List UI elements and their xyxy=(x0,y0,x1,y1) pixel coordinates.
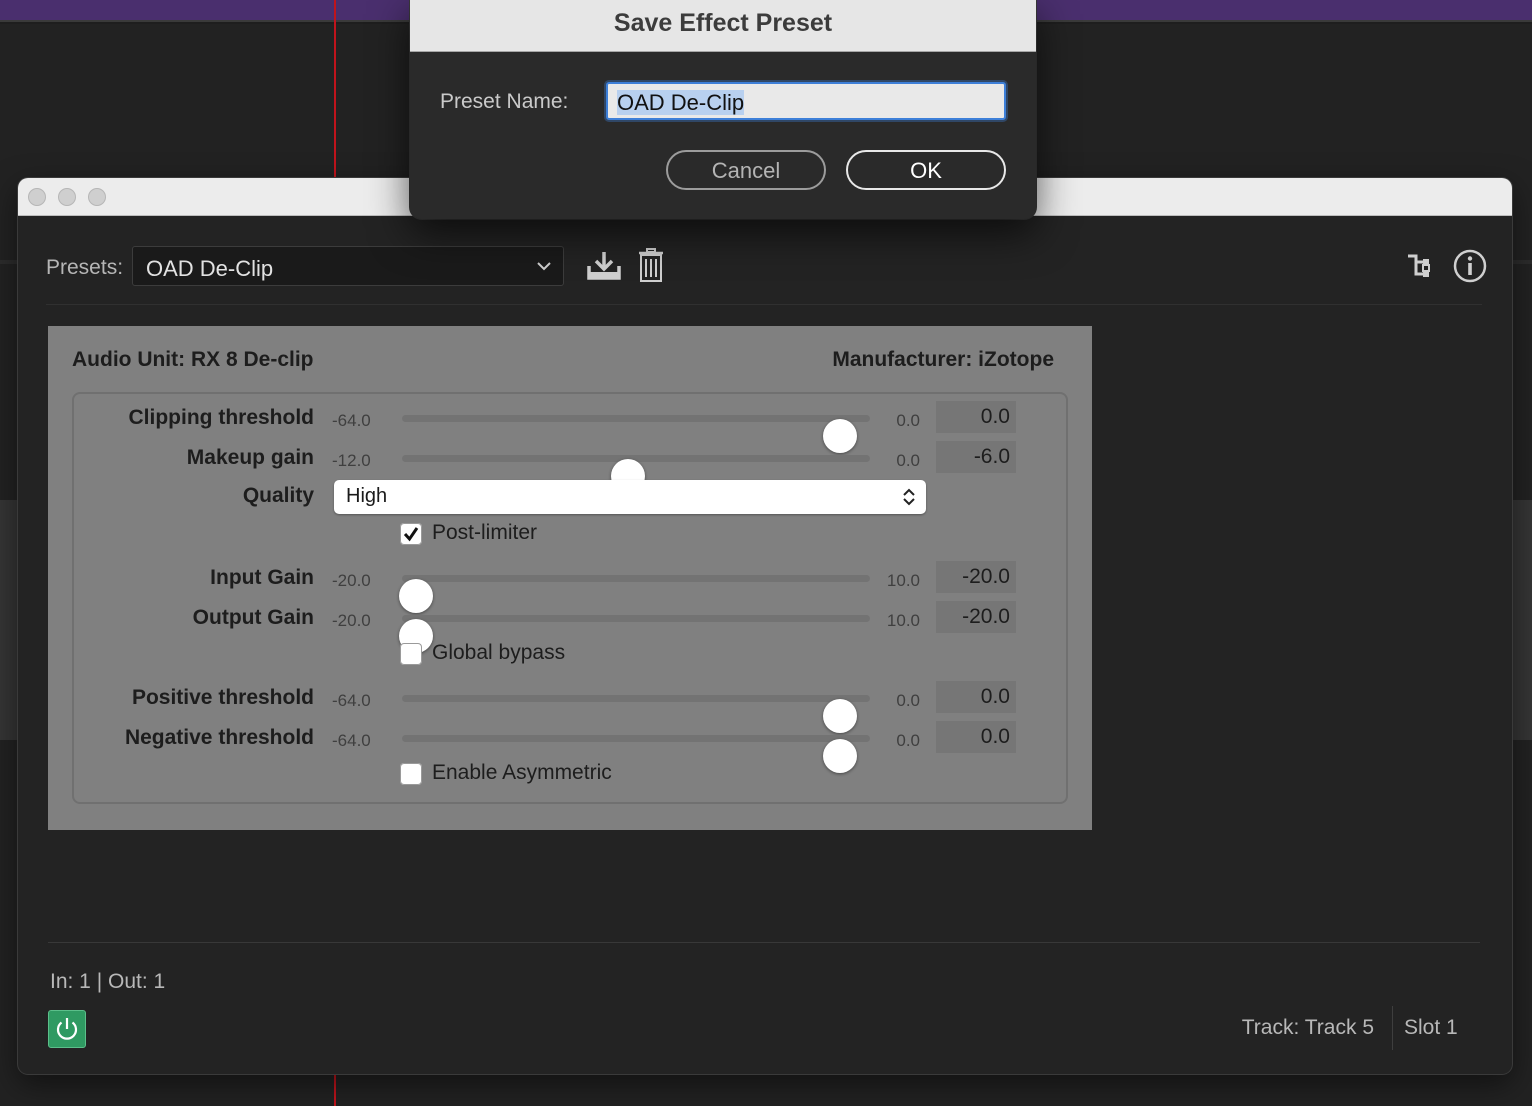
makeup-gain-slider[interactable] xyxy=(402,455,870,493)
post-limiter-label: Post-limiter xyxy=(432,521,538,544)
param-label: Clipping threshold xyxy=(128,406,314,429)
output-gain-slider[interactable] xyxy=(399,615,870,653)
footer-separator xyxy=(1392,1006,1393,1050)
param-max: 0.0 xyxy=(896,411,920,430)
negative-threshold-value-field[interactable]: 0.0 xyxy=(936,721,1016,753)
param-min: -64.0 xyxy=(332,731,371,750)
effect-window: Presets: OAD De-Clip Audio Unit: RX 8 De… xyxy=(18,178,1512,1074)
power-button[interactable] xyxy=(48,1010,86,1048)
param-min: -64.0 xyxy=(332,411,371,430)
input-gain-value-field[interactable]: -20.0 xyxy=(936,561,1016,593)
output-gain-value-field[interactable]: -20.0 xyxy=(936,601,1016,633)
enable-asymmetric-checkbox-row[interactable]: Enable Asymmetric xyxy=(400,760,720,790)
param-makeup-gain: Makeup gain -12.0 0.0 -6.0 xyxy=(74,438,1070,493)
param-negative-threshold: Negative threshold -64.0 0.0 0.0 xyxy=(74,718,1070,773)
clipping-threshold-slider[interactable] xyxy=(402,415,870,453)
param-label: Output Gain xyxy=(192,606,314,629)
footer-divider xyxy=(48,942,1480,943)
background-track-clip xyxy=(0,500,20,740)
close-window-button[interactable] xyxy=(28,188,46,206)
slot-label: Slot 1 xyxy=(1404,1016,1458,1039)
param-quality: Quality High xyxy=(74,480,1070,520)
param-max: 10.0 xyxy=(886,571,920,590)
preset-name-label: Preset Name: xyxy=(440,90,569,113)
global-bypass-checkbox-row[interactable]: Global bypass xyxy=(400,640,700,670)
ok-button[interactable]: OK xyxy=(846,150,1006,190)
param-min: -12.0 xyxy=(332,451,371,470)
quality-value: High xyxy=(346,485,388,507)
save-effect-preset-dialog: Save Effect Preset Preset Name: OAD De-C… xyxy=(410,0,1036,219)
clipping-threshold-value-field[interactable]: 0.0 xyxy=(936,401,1016,433)
param-label: Quality xyxy=(242,484,314,507)
post-limiter-checkbox-row[interactable]: Post-limiter xyxy=(400,520,700,550)
global-bypass-checkbox[interactable] xyxy=(400,643,422,665)
param-label: Negative threshold xyxy=(124,726,314,749)
param-min: -20.0 xyxy=(332,571,371,590)
param-input-gain: Input Gain -20.0 10.0 -20.0 xyxy=(74,558,1070,613)
param-output-gain: Output Gain -20.0 10.0 -20.0 xyxy=(74,598,1070,653)
cancel-button[interactable]: Cancel xyxy=(666,150,826,190)
negative-threshold-slider[interactable] xyxy=(402,735,870,773)
param-min: -64.0 xyxy=(332,691,371,710)
toolbar-divider xyxy=(46,304,1482,305)
track-label: Track: Track 5 xyxy=(1241,1016,1374,1039)
minimize-window-button[interactable] xyxy=(58,188,76,206)
positive-threshold-value-field[interactable]: 0.0 xyxy=(936,681,1016,713)
parameters-box: Clipping threshold -64.0 0.0 0.0 Makeup … xyxy=(72,392,1068,804)
enable-asymmetric-label: Enable Asymmetric xyxy=(432,761,612,784)
chevron-down-icon xyxy=(535,255,553,281)
io-channels-label: In: 1 | Out: 1 xyxy=(50,970,166,993)
post-limiter-checkbox[interactable] xyxy=(400,523,422,545)
audio-unit-manufacturer: Manufacturer: iZotope xyxy=(832,348,1054,371)
delete-preset-icon[interactable] xyxy=(638,248,664,287)
slider-thumb[interactable] xyxy=(823,739,857,773)
dialog-title: Save Effect Preset xyxy=(613,9,833,37)
presets-value: OAD De-Clip xyxy=(146,256,274,281)
input-gain-slider[interactable] xyxy=(399,575,870,613)
save-preset-icon[interactable] xyxy=(586,250,622,287)
param-max: 0.0 xyxy=(896,451,920,470)
param-positive-threshold: Positive threshold -64.0 0.0 0.0 xyxy=(74,678,1070,733)
up-down-arrows-icon xyxy=(902,487,916,513)
presets-label: Presets: xyxy=(46,256,124,279)
global-bypass-label: Global bypass xyxy=(432,641,566,664)
preset-name-selected-text: OAD De-Clip xyxy=(617,90,745,115)
background-track-clip-right xyxy=(1512,500,1532,740)
presets-dropdown[interactable]: OAD De-Clip xyxy=(132,246,564,286)
preset-name-input[interactable]: OAD De-Clip xyxy=(606,82,1006,120)
param-label: Positive threshold xyxy=(131,686,314,709)
param-max: 10.0 xyxy=(886,611,920,630)
quality-dropdown[interactable]: High xyxy=(334,480,926,514)
param-min: -20.0 xyxy=(332,611,371,630)
audio-unit-panel: Audio Unit: RX 8 De-clip Manufacturer: i… xyxy=(48,326,1092,830)
audio-unit-title: Audio Unit: RX 8 De-clip xyxy=(72,348,314,371)
background-track-divider xyxy=(0,260,20,264)
dialog-titlebar[interactable]: Save Effect Preset xyxy=(410,0,1036,52)
power-icon xyxy=(56,1018,78,1040)
routing-icon[interactable] xyxy=(1406,252,1434,285)
param-clipping-threshold: Clipping threshold -64.0 0.0 0.0 xyxy=(74,398,1070,453)
background-track-divider-right xyxy=(1512,260,1532,264)
info-icon[interactable] xyxy=(1452,248,1488,289)
param-label: Makeup gain xyxy=(186,446,314,469)
zoom-window-button[interactable] xyxy=(88,188,106,206)
param-max: 0.0 xyxy=(896,731,920,750)
enable-asymmetric-checkbox[interactable] xyxy=(400,763,422,785)
param-max: 0.0 xyxy=(896,691,920,710)
positive-threshold-slider[interactable] xyxy=(402,695,870,733)
param-label: Input Gain xyxy=(210,566,314,589)
makeup-gain-value-field[interactable]: -6.0 xyxy=(936,441,1016,473)
